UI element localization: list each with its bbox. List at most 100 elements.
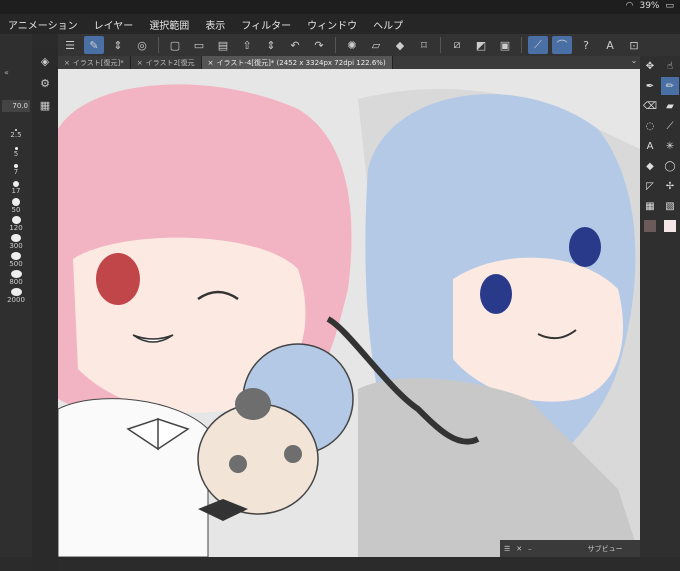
undo-icon[interactable]: ↶ [285,36,305,54]
brush-size-item[interactable]: 5 [0,144,32,160]
star-icon[interactable]: ✳ [661,137,679,155]
move-icon[interactable]: ✥ [641,57,659,75]
pink-girl-eye [96,253,140,305]
document-tabs: × イラスト[復元]* × イラスト2[復元 × イラスト-4[復元]* (2452 … [58,56,640,69]
tool-palette: ✥ ☝ ✒ ✏ ⌫ ▰ ◌ ⟋ A ✳ ◆ ◯ ◸ ✢ ▦ ▧ [640,56,680,557]
blue-girl-eye-right [569,227,601,267]
menu-icon[interactable]: ☰ [60,36,80,54]
brush-size-panel: « « 70.0 2.5 5 7 17 50 120 300 500 800 2… [0,34,54,557]
open-folder-icon[interactable]: ▭ [189,36,209,54]
tool-settings-icon[interactable]: ⚙ [35,74,55,92]
menu-window[interactable]: ウィンドウ [299,17,365,32]
menu-selection[interactable]: 選択範囲 [141,17,197,32]
separator [521,37,522,53]
selection-border-icon[interactable]: ▣ [495,36,515,54]
drawing-canvas[interactable] [58,69,640,557]
lasso-icon[interactable]: ◌ [641,117,659,135]
wifi-icon: ◠ [625,1,634,11]
battery-text: 39% [639,1,660,11]
operation-icon[interactable]: ✢ [661,177,679,195]
blue-girl-eye-left [480,274,512,314]
main-color-swatch[interactable] [641,217,659,235]
sub-color-swatch[interactable] [661,217,679,235]
brush-size-item[interactable]: 2000 [0,288,32,304]
fill-tool-icon[interactable]: ◆ [641,157,659,175]
menu-icon[interactable]: ☰ [504,545,510,553]
frame-icon[interactable]: ▦ [641,197,659,215]
brush-size-item[interactable]: 120 [0,216,32,232]
close-icon[interactable]: ✕ [516,545,522,553]
invert-selection-icon[interactable]: ◩ [471,36,491,54]
fill-icon[interactable]: ◆ [390,36,410,54]
new-file-icon[interactable]: ▢ [165,36,185,54]
brush-dot-icon [11,234,21,242]
redo-icon[interactable]: ↷ [309,36,329,54]
clip-studio-icon[interactable]: ◎ [132,36,152,54]
layers-icon[interactable]: ◈ [35,52,55,70]
move-icon-alt[interactable]: ☝ [661,57,679,75]
eraser-icon[interactable]: ⌫ [641,97,659,115]
close-icon[interactable]: × [137,59,143,67]
close-icon[interactable]: × [64,59,70,67]
menu-layer[interactable]: レイヤー [86,17,142,32]
main-color-icon [644,220,656,232]
brush-size-item[interactable]: 50 [0,198,32,214]
plush-eye-left [229,455,247,473]
menu-animation[interactable]: アニメーション [0,17,86,32]
tab-illust-1[interactable]: × イラスト[復元]* [58,56,131,69]
brush-size-item[interactable]: 7 [0,162,32,178]
spin-icon[interactable]: ⇕ [261,36,281,54]
blend-icon[interactable]: ▰ [661,97,679,115]
menu-help[interactable]: ヘルプ [365,17,411,32]
stroke-correction-icon[interactable]: ⟋ [528,36,548,54]
pencil-icon[interactable]: ✏ [661,77,679,95]
crop-icon[interactable]: ⊡ [624,36,644,54]
close-icon[interactable]: × [208,59,214,67]
brush-dot-icon [12,198,20,206]
separator [335,37,336,53]
menu-filter[interactable]: フィルター [233,17,299,32]
tab-illust-4[interactable]: × イラスト-4[復元]* (2452 x 3324px 72dpi 122.6%… [201,56,393,69]
command-bar: ☰ ✎ ⇕ ◎ ▢ ▭ ▤ ⇧ ⇕ ↶ ↷ ✺ ▱ ◆ ⌑ ⧄ ◩ ▣ ⟋ ⌒ … [58,34,680,57]
pen-mode-icon[interactable]: ✎ [84,36,104,54]
separator [440,37,441,53]
minimize-icon[interactable]: – [528,545,532,553]
deselect-icon[interactable]: ⧄ [447,36,467,54]
clear-icon[interactable]: ▱ [366,36,386,54]
brush-size-item[interactable]: 17 [0,180,32,196]
collapse-left-icon[interactable]: « [4,68,9,82]
save-icon[interactable]: ▤ [213,36,233,54]
brush-size-item[interactable]: 500 [0,252,32,268]
pen-icon[interactable]: ✒ [641,77,659,95]
menu-bar: アニメーション レイヤー 選択範囲 表示 フィルター ウィンドウ ヘルプ [0,14,680,34]
tab-illust-2[interactable]: × イラスト2[復元 [131,56,202,69]
battery-icon: ▭ [665,1,674,11]
brush-size-item[interactable]: 300 [0,234,32,250]
pink-girl-uniform [58,398,209,557]
menu-view[interactable]: 表示 [197,17,233,32]
brush-size-item[interactable]: 800 [0,270,32,286]
ruler-icon[interactable]: ◸ [641,177,659,195]
help-icon[interactable]: ? [576,36,596,54]
quick-access-panel: ◈ ⚙ ▦ [32,48,58,571]
transform-icon[interactable]: ⌑ [414,36,434,54]
shape-icon[interactable]: ◯ [661,157,679,175]
grid-icon[interactable]: ▦ [35,96,55,114]
loading-icon[interactable]: ✺ [342,36,362,54]
blue-girl-face [453,257,624,402]
spin-icon[interactable]: ⇕ [108,36,128,54]
brush-size-item[interactable]: 2.5 [0,126,32,142]
brush-mode-icon[interactable]: ⌒ [552,36,572,54]
brush-size-list: 2.5 5 7 17 50 120 300 500 800 2000 [0,126,32,306]
eyedropper-icon[interactable]: ⟋ [661,117,679,135]
text-icon[interactable]: A [600,36,620,54]
brush-dot-icon [11,216,21,224]
separator [158,37,159,53]
gradient-icon[interactable]: ▧ [661,197,679,215]
brush-size-value[interactable]: 70.0 [2,100,30,112]
tab-dropdown-icon[interactable]: ⌄ [628,56,640,69]
artwork [58,69,640,557]
text-tool-icon[interactable]: A [641,137,659,155]
export-icon[interactable]: ⇧ [237,36,257,54]
subview-panel: ☰ ✕ – サブビュー [500,540,640,557]
